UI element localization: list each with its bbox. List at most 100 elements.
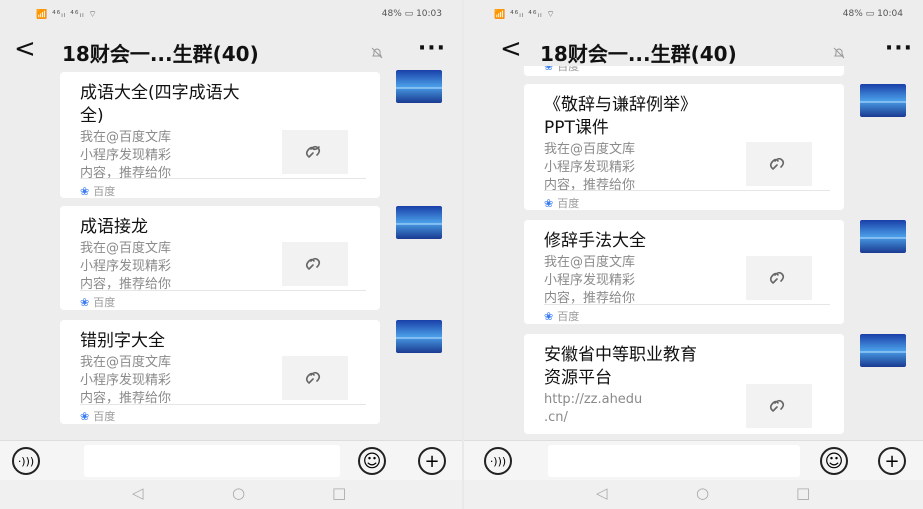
chat-title: 18财会一...生群(40) — [540, 42, 737, 66]
nav-recent-button[interactable]: □ — [796, 484, 810, 502]
card-divider — [80, 178, 366, 179]
voice-button[interactable]: ·))) — [484, 447, 512, 475]
emoji-button[interactable]: ☺ — [820, 447, 848, 475]
more-button[interactable]: ··· — [885, 36, 913, 61]
card-source: ❀ 百度 — [80, 183, 115, 199]
battery-time: 48% ▭ 10:03 — [382, 9, 442, 19]
link-icon — [305, 145, 321, 158]
avatar[interactable] — [396, 206, 442, 239]
card-description: 我在@百度文库 小程序发现精彩 内容，推荐给你 — [80, 240, 171, 294]
emoji-button[interactable]: ☺ — [358, 447, 386, 475]
link-icon — [305, 257, 321, 270]
avatar[interactable] — [860, 220, 906, 253]
system-nav-bar: ◁ ○ □ — [0, 480, 462, 509]
mute-icon — [833, 47, 845, 59]
battery-percent: 48% — [842, 9, 863, 19]
plus-icon: + — [884, 450, 900, 472]
battery-time: 48% ▭ 10:04 — [843, 9, 903, 19]
voice-icon: ·))) — [489, 454, 507, 468]
source-label: 百度 — [93, 185, 116, 198]
source-label: 百度 — [557, 66, 580, 73]
plus-button[interactable]: + — [878, 447, 906, 475]
link-card[interactable]: 成语大全(四字成语大 全) 我在@百度文库 小程序发现精彩 内容，推荐给你 ❀ 百… — [60, 72, 380, 198]
voice-button[interactable]: ·))) — [12, 447, 40, 475]
link-icon — [305, 371, 321, 384]
link-icon — [769, 271, 785, 284]
card-title: 修辞手法大全 — [544, 230, 646, 253]
link-thumbnail — [746, 384, 812, 428]
link-card[interactable]: 《敬辞与谦辞例举》 PPT课件 我在@百度文库 小程序发现精彩 内容，推荐给你 … — [524, 84, 844, 210]
avatar[interactable] — [860, 334, 906, 367]
card-title-line: 安徽省中等职业教育 — [544, 345, 697, 365]
baidu-paw-icon: ❀ — [544, 197, 554, 210]
desc-line: 我在@百度文库 — [80, 355, 172, 370]
smile-icon: ☺ — [824, 450, 844, 472]
link-card[interactable]: 成语接龙 我在@百度文库 小程序发现精彩 内容，推荐给你 ❀ 百度 — [60, 206, 380, 310]
nav-home-button[interactable]: ○ — [232, 484, 245, 502]
link-thumbnail — [282, 130, 348, 174]
link-thumbnail — [282, 242, 348, 286]
card-title-line: 资源平台 — [544, 368, 612, 388]
nav-recent-button[interactable]: □ — [332, 484, 346, 502]
battery-percent: 48% — [381, 9, 402, 19]
message-input[interactable] — [84, 445, 340, 477]
nav-back-button[interactable]: ◁ — [132, 484, 144, 502]
link-card[interactable]: 安徽省中等职业教育 资源平台 http://zz.ahedu .cn/ — [524, 334, 844, 434]
link-thumbnail — [746, 256, 812, 300]
avatar[interactable] — [860, 84, 906, 117]
link-card[interactable]: 修辞手法大全 我在@百度文库 小程序发现精彩 内容，推荐给你 ❀ 百度 — [524, 220, 844, 324]
plus-icon: + — [424, 450, 440, 472]
desc-line: .cn/ — [544, 410, 568, 425]
card-divider — [80, 404, 366, 405]
desc-line: 小程序发现精彩 — [80, 148, 172, 163]
card-source: ❀ 百度 — [544, 308, 579, 324]
status-bar: 📶 ⁴⁶ᵢₗ ⁴⁶ᵢₗ ⌔ 48% ▭ 10:04 — [464, 0, 923, 30]
nav-home-button[interactable]: ○ — [696, 484, 709, 502]
card-source: ❀ 百度 — [80, 408, 115, 424]
source-label: 百度 — [93, 410, 116, 423]
desc-line: 内容，推荐给你 — [80, 166, 172, 181]
avatar[interactable] — [396, 70, 442, 103]
more-button[interactable]: ··· — [418, 36, 446, 61]
baidu-paw-icon: ❀ — [544, 310, 554, 323]
smile-icon: ☺ — [362, 450, 382, 472]
desc-line: 小程序发现精彩 — [80, 259, 172, 274]
status-bar: 📶 ⁴⁶ᵢₗ ⁴⁶ᵢₗ ⌔ 48% ▭ 10:03 — [0, 0, 462, 30]
link-card[interactable]: 错别字大全 我在@百度文库 小程序发现精彩 内容，推荐给你 ❀ 百度 — [60, 320, 380, 424]
desc-line: 内容，推荐给你 — [80, 391, 172, 406]
card-description: 我在@百度文库 小程序发现精彩 内容，推荐给你 — [80, 129, 171, 183]
avatar[interactable] — [396, 320, 442, 353]
card-source: ❀ 百度 — [80, 294, 115, 310]
nav-back-button[interactable]: ◁ — [596, 484, 608, 502]
voice-icon: ·))) — [17, 454, 35, 468]
source-label: 百度 — [93, 296, 116, 309]
link-icon — [769, 399, 785, 412]
card-divider — [80, 290, 366, 291]
baidu-paw-icon: ❀ — [544, 66, 554, 73]
card-title-line: 修辞手法大全 — [544, 231, 646, 251]
desc-line: 我在@百度文库 — [80, 241, 172, 256]
clock: 10:04 — [877, 9, 903, 19]
card-source: ❀ 百度 — [544, 195, 579, 211]
baidu-paw-icon: ❀ — [80, 296, 90, 309]
phone-screen-left: 📶 ⁴⁶ᵢₗ ⁴⁶ᵢₗ ⌔ 48% ▭ 10:03 < 18财会一...生群(4… — [0, 0, 462, 509]
link-card-partial[interactable]: ❀ 百度 — [524, 66, 844, 76]
card-title-line: 成语接龙 — [80, 217, 148, 237]
desc-line: 小程序发现精彩 — [544, 273, 636, 288]
card-title: 错别字大全 — [80, 330, 165, 353]
plus-button[interactable]: + — [418, 447, 446, 475]
battery-icon: ▭ — [865, 9, 875, 19]
phone-screen-right: 📶 ⁴⁶ᵢₗ ⁴⁶ᵢₗ ⌔ 48% ▭ 10:04 < 18财会一...生群(4… — [464, 0, 923, 509]
input-bar: ·))) ☺ + — [0, 440, 462, 480]
system-nav-bar: ◁ ○ □ — [464, 480, 923, 509]
back-button[interactable]: < — [14, 34, 36, 64]
message-input[interactable] — [548, 445, 800, 477]
desc-line: 我在@百度文库 — [80, 130, 172, 145]
source-label: 百度 — [557, 310, 580, 323]
card-description: 我在@百度文库 小程序发现精彩 内容，推荐给你 — [544, 254, 635, 308]
card-description: 我在@百度文库 小程序发现精彩 内容，推荐给你 — [544, 141, 635, 195]
battery-icon: ▭ — [404, 9, 414, 19]
card-title: 成语接龙 — [80, 216, 148, 239]
card-title-line: PPT课件 — [544, 118, 609, 138]
back-button[interactable]: < — [500, 34, 522, 64]
